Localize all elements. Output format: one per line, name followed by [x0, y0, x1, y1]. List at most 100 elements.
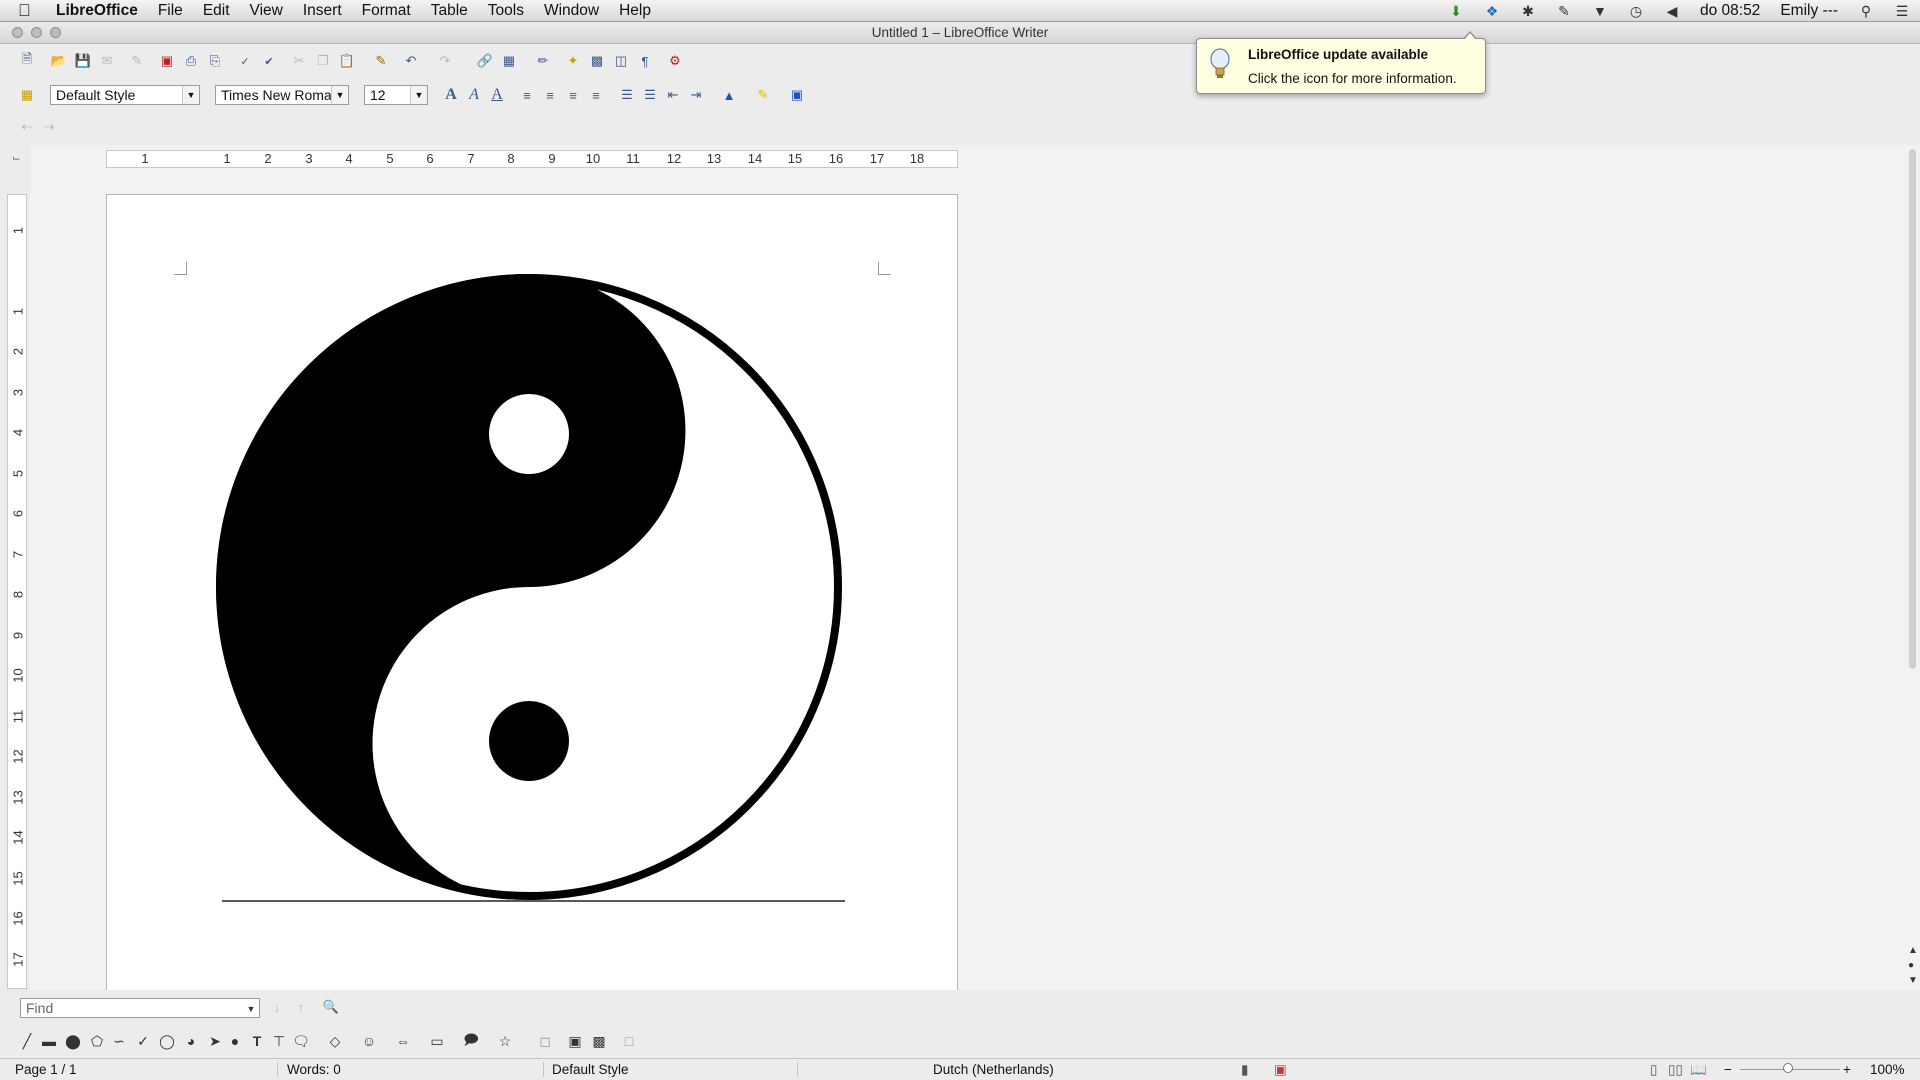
- align-left-icon[interactable]: ≡: [518, 86, 536, 104]
- increase-indent-icon[interactable]: ⇥: [687, 86, 705, 104]
- insert-mode-icon[interactable]: ▮: [1241, 1059, 1248, 1080]
- menu-edit[interactable]: Edit: [193, 0, 240, 22]
- status-style[interactable]: Default Style: [552, 1059, 629, 1080]
- chevron-down-icon[interactable]: ▼: [242, 1000, 260, 1018]
- cut-icon[interactable]: ✂: [290, 52, 308, 70]
- autospellcheck-icon[interactable]: ✔: [260, 52, 278, 70]
- document-page[interactable]: [106, 194, 958, 990]
- print-preview-icon[interactable]: ⎘: [206, 52, 224, 70]
- fill-tool-icon[interactable]: ●: [226, 1032, 244, 1050]
- new-document-icon[interactable]: 🗎: [18, 51, 36, 70]
- menubar-user[interactable]: Emily ---: [1780, 2, 1838, 20]
- ellipse-tool-icon[interactable]: ⬤: [64, 1032, 82, 1050]
- single-page-view-icon[interactable]: ▯: [1650, 1059, 1657, 1080]
- chevron-down-icon[interactable]: ▼: [410, 86, 427, 104]
- sync-icon[interactable]: ✱: [1518, 3, 1538, 19]
- edit-file-icon[interactable]: ✎: [128, 52, 146, 70]
- menu-format[interactable]: Format: [352, 0, 421, 22]
- menu-help[interactable]: Help: [609, 0, 661, 22]
- document-modified-icon[interactable]: ▣: [1274, 1059, 1287, 1080]
- window-close-button[interactable]: [12, 27, 23, 38]
- select-tool-icon[interactable]: ➤: [206, 1032, 224, 1050]
- paragraph-style-select[interactable]: Default Style ▼: [50, 85, 200, 105]
- forward-arrow-icon[interactable]: ⇢: [40, 118, 58, 136]
- stars-icon[interactable]: ☆: [496, 1032, 514, 1050]
- status-words[interactable]: Words: 0: [287, 1059, 341, 1080]
- multi-page-view-icon[interactable]: ▯▯: [1668, 1059, 1683, 1080]
- update-notification-tooltip[interactable]: LibreOffice update available Click the i…: [1196, 31, 1486, 94]
- navigator-icon[interactable]: ✦: [564, 52, 582, 70]
- print-icon[interactable]: ⎙: [182, 52, 200, 70]
- callouts-icon[interactable]: 🗩: [462, 1031, 480, 1050]
- decrease-indent-icon[interactable]: ⇤: [664, 86, 682, 104]
- formatting-marks-icon[interactable]: ¶: [636, 52, 654, 70]
- find-previous-icon[interactable]: ↑: [292, 998, 310, 1016]
- zoom-in-button[interactable]: +: [1843, 1059, 1851, 1080]
- justify-icon[interactable]: ≡: [587, 86, 605, 104]
- zoom-level[interactable]: 100%: [1870, 1059, 1905, 1080]
- apple-icon[interactable]: : [18, 0, 38, 22]
- status-language[interactable]: Dutch (Netherlands): [933, 1059, 1054, 1080]
- symbol-shapes-icon[interactable]: ☺: [360, 1032, 378, 1050]
- data-sources-icon[interactable]: ◫: [612, 52, 630, 70]
- freeform-tool-icon[interactable]: ✓: [134, 1032, 152, 1050]
- gallery-icon[interactable]: ▩: [588, 52, 606, 70]
- menu-view[interactable]: View: [240, 0, 293, 22]
- vertical-ruler[interactable]: 1 1 2 3 4 5 6 7 8 9 10 11 12 13 14 15 16…: [7, 194, 27, 989]
- menu-insert[interactable]: Insert: [293, 0, 352, 22]
- points-icon[interactable]: ◻: [536, 1032, 554, 1050]
- from-file-icon[interactable]: ▩: [590, 1032, 608, 1050]
- vertical-text-tool-icon[interactable]: ⊤: [270, 1032, 288, 1050]
- help-icon[interactable]: ⚙: [666, 52, 684, 70]
- font-name-select[interactable]: Times New Roma ▼: [215, 85, 349, 105]
- font-size-select[interactable]: 12 ▼: [364, 85, 428, 105]
- numbering-icon[interactable]: ☰: [618, 86, 636, 104]
- find-input[interactable]: [20, 998, 260, 1018]
- spellcheck-icon[interactable]: ✓: [236, 52, 254, 70]
- find-next-icon[interactable]: ↓: [268, 998, 286, 1016]
- redo-icon[interactable]: ↷: [436, 52, 454, 70]
- tab-stop-selector[interactable]: ⌙: [12, 153, 22, 164]
- volume-icon[interactable]: ◀: [1662, 3, 1682, 19]
- zoom-slider-handle[interactable]: [1783, 1063, 1793, 1073]
- menu-file[interactable]: File: [148, 0, 193, 22]
- spotlight-search-icon[interactable]: ⚲: [1856, 3, 1876, 19]
- polygon-tool-icon[interactable]: ⬠: [88, 1032, 106, 1050]
- window-minimize-button[interactable]: [31, 27, 42, 38]
- previous-page-icon[interactable]: ▲: [1908, 945, 1918, 956]
- basic-shapes-icon[interactable]: ◇: [326, 1032, 344, 1050]
- notification-center-icon[interactable]: ☰: [1892, 3, 1912, 19]
- align-right-icon[interactable]: ≡: [564, 86, 582, 104]
- undo-icon[interactable]: ↶: [402, 52, 420, 70]
- align-center-icon[interactable]: ≡: [541, 86, 559, 104]
- yin-yang-image[interactable]: [107, 195, 957, 991]
- bullets-icon[interactable]: ☰: [641, 86, 659, 104]
- highlighting-icon[interactable]: ✎: [754, 86, 772, 104]
- open-icon[interactable]: 📂: [50, 52, 68, 70]
- time-machine-icon[interactable]: ◷: [1626, 3, 1646, 19]
- chevron-down-icon[interactable]: ▼: [331, 86, 348, 104]
- clone-formatting-icon[interactable]: ✎: [372, 52, 390, 70]
- flowchart-icon[interactable]: ▭: [428, 1032, 446, 1050]
- arc-tool-icon[interactable]: ◯: [158, 1032, 176, 1050]
- scrollbar-thumb[interactable]: [1909, 149, 1916, 669]
- wifi-icon[interactable]: ▼: [1590, 3, 1610, 19]
- save-icon[interactable]: 💾: [74, 52, 92, 70]
- callout-tool-icon[interactable]: 🗨: [292, 1032, 310, 1050]
- menu-table[interactable]: Table: [421, 0, 478, 22]
- rectangle-tool-icon[interactable]: ▬: [40, 1032, 58, 1050]
- book-view-icon[interactable]: 📖: [1690, 1059, 1707, 1080]
- vertical-scrollbar[interactable]: ▲ ● ▼: [1906, 145, 1920, 990]
- zoom-out-button[interactable]: −: [1724, 1059, 1732, 1080]
- update-download-icon[interactable]: ⬇: [1446, 3, 1466, 19]
- find-replace-icon[interactable]: 🔍: [322, 998, 340, 1016]
- table-icon[interactable]: ▦: [500, 52, 518, 70]
- export-pdf-icon[interactable]: ▣: [158, 52, 176, 70]
- fontwork-icon[interactable]: ▣: [566, 1032, 584, 1050]
- menubar-clock[interactable]: do 08:52: [1700, 2, 1760, 20]
- next-page-icon[interactable]: ▼: [1908, 975, 1918, 986]
- email-icon[interactable]: ✉: [98, 52, 116, 70]
- block-arrows-icon[interactable]: ⇔: [394, 1032, 412, 1050]
- chevron-down-icon[interactable]: ▼: [182, 86, 199, 104]
- background-color-icon[interactable]: ▣: [788, 86, 806, 104]
